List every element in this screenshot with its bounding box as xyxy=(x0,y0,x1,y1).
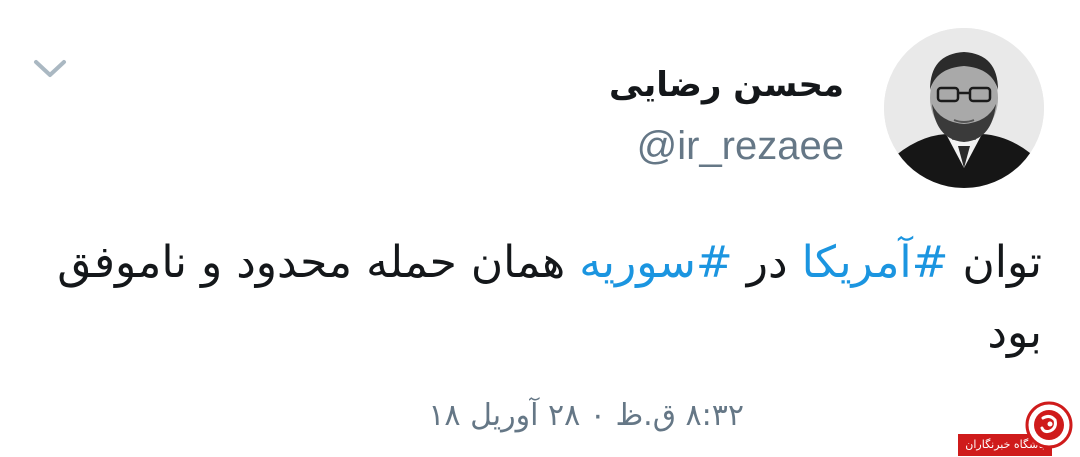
watermark-logo-icon xyxy=(1025,401,1073,449)
avatar[interactable] xyxy=(884,28,1044,188)
display-name[interactable]: محسن رضایی xyxy=(609,60,844,110)
user-info: محسن رضایی @ir_rezaee xyxy=(609,60,844,170)
tweet-text: توان #آمریکا در #سوریه همان حمله محدود و… xyxy=(42,228,1042,368)
chevron-down-icon xyxy=(34,60,66,77)
tweet-text-segment: در xyxy=(732,237,802,288)
tweet-timestamp[interactable]: ۸:۳۲ ق.ظ ۰ ۲۸ آوریل ۱۸ xyxy=(428,398,744,433)
tweet-text-segment: توان xyxy=(948,237,1042,288)
watermark: باشگاه خبرنگاران xyxy=(958,398,1080,457)
user-handle[interactable]: @ir_rezaee xyxy=(609,122,844,170)
profile-photo xyxy=(884,28,1044,188)
hashtag-link[interactable]: #سوریه xyxy=(579,237,733,288)
tweet-menu-button[interactable] xyxy=(32,58,68,80)
tweet-card: محسن رضایی @ir_rezaee توان #آمریکا در #س… xyxy=(0,0,1080,457)
hashtag-link[interactable]: #آمریکا xyxy=(802,237,949,288)
